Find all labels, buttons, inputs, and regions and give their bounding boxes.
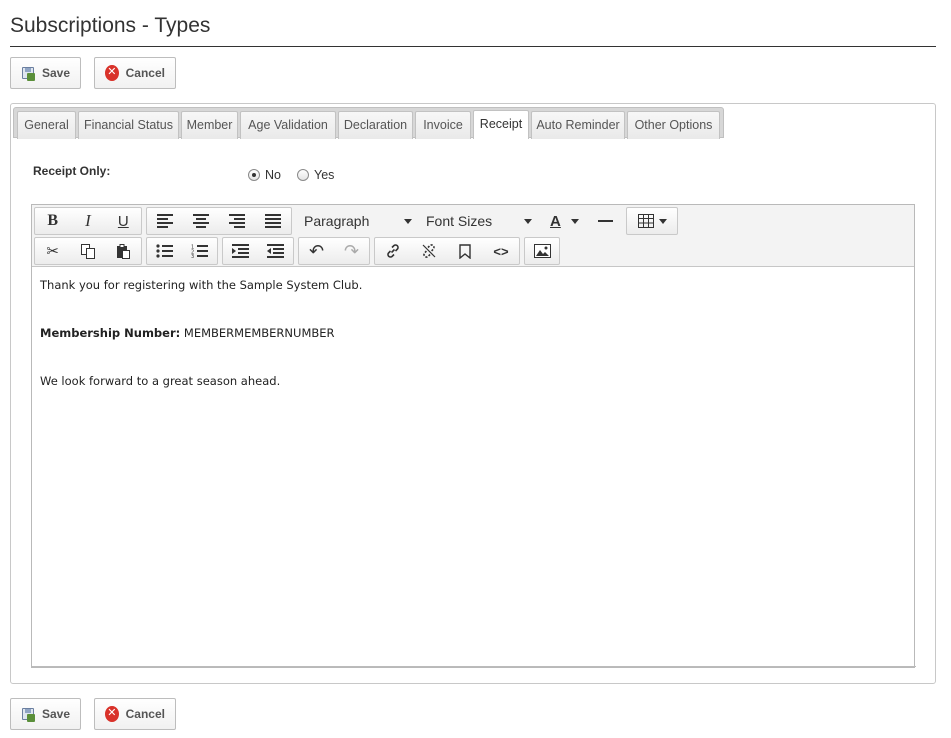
cancel-label: Cancel	[125, 66, 165, 80]
image-group	[524, 237, 560, 265]
tab-invoice[interactable]: Invoice	[415, 111, 471, 139]
cancel-label: Cancel	[125, 707, 165, 721]
clipboard-group: ✂	[34, 237, 142, 265]
table-button[interactable]	[627, 208, 677, 234]
bullet-glyph	[156, 244, 173, 258]
tab-other-options[interactable]: Other Options	[627, 111, 720, 139]
block-format-value: Paragraph	[304, 213, 370, 229]
editor-bottom-border	[32, 666, 916, 667]
content-line-3: We look forward to a great season ahead.	[40, 374, 281, 388]
receipt-only-yes-option[interactable]: Yes	[297, 168, 334, 182]
receipt-only-no-label: No	[265, 168, 281, 182]
bullet-list-icon[interactable]	[147, 238, 182, 264]
save-label: Save	[41, 707, 70, 721]
tab-strip: General Financial Status Member Age Vali…	[13, 107, 724, 139]
bold-icon[interactable]: B	[35, 208, 70, 234]
save-button-bottom[interactable]: Save	[10, 698, 81, 730]
block-format-select[interactable]: Paragraph	[304, 207, 412, 235]
italic-icon[interactable]: I	[70, 208, 105, 234]
receipt-only-yes-radio[interactable]	[297, 169, 309, 181]
paste-icon[interactable]	[106, 238, 141, 264]
copy-glyph	[80, 243, 95, 259]
tab-panel: General Financial Status Member Age Vali…	[10, 103, 936, 684]
redo-icon[interactable]: ↷	[334, 238, 369, 264]
link-icon[interactable]	[375, 238, 411, 264]
text-style-group: B I U	[34, 207, 142, 235]
receipt-only-yes-label: Yes	[314, 168, 335, 182]
align-center-icon[interactable]	[183, 208, 219, 234]
editor-toolbar: B I U Paragraph Font Sizes A ✂ 1 2 3 ↶ ↷…	[32, 205, 914, 267]
numbered-list-icon[interactable]: 123	[182, 238, 217, 264]
history-group: ↶ ↷	[298, 237, 370, 265]
cancel-button-bottom[interactable]: ✕ Cancel	[94, 698, 176, 730]
align-left-icon[interactable]	[147, 208, 183, 234]
save-label: Save	[41, 66, 70, 80]
paste-glyph	[116, 243, 130, 259]
link-glyph	[387, 244, 399, 258]
image-glyph	[533, 244, 551, 258]
list-group: 123	[146, 237, 218, 265]
tab-declaration[interactable]: Declaration	[338, 111, 413, 139]
save-icon	[21, 65, 35, 81]
page-title: Subscriptions - Types	[10, 14, 211, 37]
tab-age-validation[interactable]: Age Validation	[240, 111, 336, 139]
indent-icon[interactable]	[223, 238, 258, 264]
align-justify-icon[interactable]	[255, 208, 291, 234]
tab-financial-status[interactable]: Financial Status	[78, 111, 179, 139]
title-divider	[10, 46, 936, 47]
horizontal-rule-icon	[597, 220, 613, 222]
cancel-icon: ✕	[105, 65, 119, 81]
undo-icon[interactable]: ↶	[299, 238, 334, 264]
copy-icon[interactable]	[70, 238, 105, 264]
tab-general[interactable]: General	[17, 111, 76, 139]
cancel-icon: ✕	[105, 706, 119, 722]
outdent-glyph	[267, 244, 284, 258]
save-button-top[interactable]: Save	[10, 57, 81, 89]
font-size-select[interactable]: Font Sizes	[426, 207, 532, 235]
table-group	[626, 207, 678, 235]
tab-member[interactable]: Member	[181, 111, 238, 139]
numbered-glyph: 123	[191, 245, 208, 258]
membership-number-label: Membership Number:	[40, 326, 181, 340]
font-size-value: Font Sizes	[426, 213, 493, 229]
source-code-icon[interactable]: <>	[483, 238, 519, 264]
chevron-down-icon	[404, 218, 412, 224]
chevron-down-icon	[658, 218, 667, 224]
text-color-button[interactable]: A	[550, 207, 586, 235]
cancel-button-top[interactable]: ✕ Cancel	[94, 57, 176, 89]
content-membership-line: Membership Number: MEMBERMEMBERNUMBER	[40, 325, 900, 341]
save-icon	[21, 706, 35, 722]
receipt-only-label: Receipt Only:	[33, 164, 111, 178]
bookmark-glyph	[459, 243, 471, 259]
indent-glyph	[232, 244, 249, 258]
editor-content[interactable]: Thank you for registering with the Sampl…	[40, 277, 900, 389]
link-group: <>	[374, 237, 520, 265]
rich-text-editor: B I U Paragraph Font Sizes A ✂ 1 2 3 ↶ ↷…	[31, 204, 916, 668]
unlink-icon[interactable]	[411, 238, 447, 264]
text-color-icon: A	[550, 212, 561, 230]
receipt-only-no-option[interactable]: No	[248, 168, 281, 182]
horizontal-rule-button[interactable]	[595, 207, 615, 235]
image-icon[interactable]	[525, 238, 559, 264]
membership-number-value: MEMBERMEMBERNUMBER	[183, 326, 335, 340]
tab-receipt[interactable]: Receipt	[473, 110, 529, 139]
unlink-glyph	[422, 244, 436, 258]
receipt-only-no-radio[interactable]	[248, 169, 260, 181]
bookmark-icon[interactable]	[447, 238, 483, 264]
alignment-group	[146, 207, 292, 235]
content-line-1: Thank you for registering with the Sampl…	[40, 278, 363, 292]
underline-icon[interactable]: U	[106, 208, 141, 234]
tab-auto-reminder[interactable]: Auto Reminder	[531, 111, 625, 139]
chevron-down-icon	[524, 218, 532, 224]
cut-icon[interactable]: ✂	[35, 238, 70, 264]
outdent-icon[interactable]	[258, 238, 293, 264]
table-icon	[637, 214, 654, 228]
align-right-icon[interactable]	[219, 208, 255, 234]
indent-group	[222, 237, 294, 265]
svg-text:3: 3	[191, 254, 194, 258]
chevron-down-icon	[570, 218, 579, 224]
